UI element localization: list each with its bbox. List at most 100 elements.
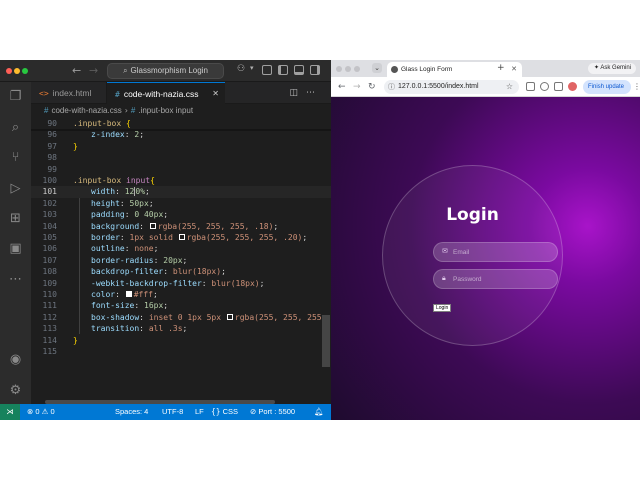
extensions-icon[interactable]: ⊞ [7, 210, 24, 227]
search-icon: ⌕ [123, 66, 128, 75]
css-tag: input [126, 176, 151, 185]
profile-avatar[interactable] [568, 82, 577, 91]
code-line-current: 101 width: 120%; [31, 186, 331, 198]
extensions-puzzle-icon[interactable] [554, 82, 563, 91]
close-tab-icon[interactable]: ✕ [212, 83, 219, 105]
broadcast-icon: ⊘ [250, 407, 257, 416]
css-property: -webkit-backdrop-filter [91, 278, 202, 288]
more-icon[interactable]: ⋯ [7, 271, 24, 288]
login-heading: Login [446, 205, 499, 225]
password-input[interactable]: 🔒︎ Password [433, 269, 558, 289]
copilot-menu-chevron-icon[interactable]: ▾ [250, 64, 254, 72]
line-number: 97 [47, 141, 57, 151]
language-label: CSS [222, 407, 239, 416]
tab-index-html[interactable]: <> index.html [31, 82, 107, 104]
address-bar[interactable]: ⓘ 127.0.0.1:5500/index.html ☆ [384, 80, 519, 94]
remote-explorer-icon[interactable]: ▣ [7, 240, 24, 257]
remote-indicator-icon[interactable]: ⋊ [0, 404, 20, 420]
split-editor-icon[interactable]: ◫ [289, 88, 306, 98]
line-number: 96 [47, 130, 57, 140]
ask-gemini-label: Ask Gemini [600, 65, 632, 71]
finish-update-button[interactable]: Finish update [583, 80, 631, 94]
browser-tab-strip: ⌄ Glass Login Form ✕ + ✦ Ask Gemini [331, 60, 640, 77]
zoom-window-button[interactable] [354, 66, 360, 72]
copilot-icon[interactable]: ⚇ [237, 64, 245, 74]
css-value: blur(18px) [172, 267, 222, 277]
live-server-status[interactable]: ⊘ Port : 5500 [250, 404, 295, 420]
minimize-window-button[interactable] [345, 66, 351, 72]
line-number: 90 [47, 119, 57, 128]
ask-gemini-button[interactable]: ✦ Ask Gemini [588, 63, 636, 74]
vscode-titlebar: ← → ⌕ Glassmorphism Login ⚇ ▾ [0, 60, 331, 82]
color-swatch[interactable] [178, 234, 185, 240]
source-control-icon[interactable]: ⑂ [7, 149, 24, 166]
extension-icon[interactable] [540, 82, 549, 91]
toggle-secondary-sidebar-icon[interactable] [310, 65, 320, 75]
css-property: border-radius [91, 255, 154, 265]
code-line: 112 box-shadow: inset 0 1px 5px rgba(255,… [31, 312, 331, 323]
run-debug-icon[interactable]: ▷ [7, 180, 24, 197]
extension-icon[interactable] [526, 82, 535, 91]
code-line: 115 [31, 346, 331, 357]
account-icon[interactable]: ◉ [7, 351, 24, 368]
breadcrumb-file[interactable]: code-with-nazia.css [51, 106, 121, 115]
problems-indicator[interactable]: ⊗ 0 ⚠ 0 [27, 404, 55, 420]
notifications-bell-icon[interactable]: 🔔︎ [314, 404, 324, 420]
line-number: 99 [47, 164, 57, 174]
line-number: 111 [42, 301, 57, 311]
code-line: 102 height: 50px; [31, 198, 331, 209]
color-swatch[interactable] [149, 222, 156, 229]
browser-tab-title: Glass Login Form [401, 66, 453, 73]
tab-code-with-nazia-css[interactable]: # code-with-nazia.css ✕ [107, 82, 225, 104]
toggle-primary-sidebar-icon[interactable] [278, 65, 288, 75]
toggle-panel-icon[interactable] [294, 65, 304, 75]
forward-arrow-icon[interactable]: → [353, 80, 361, 94]
html-file-icon: <> [39, 89, 49, 98]
command-center-label: Glassmorphism Login [130, 66, 208, 75]
minimize-window-button[interactable] [14, 68, 20, 74]
close-window-button[interactable] [336, 66, 342, 72]
code-line: 106 outline: none; [31, 243, 331, 254]
email-input[interactable]: ✉ Email [433, 242, 558, 262]
customize-layout-icon[interactable] [262, 65, 272, 75]
zoom-window-button[interactable] [22, 68, 28, 74]
code-editor[interactable]: 90 .input-box { 96 z-index: 2; 97} 98 99 1… [31, 118, 331, 404]
breadcrumb-symbol[interactable]: .input-box input [138, 106, 193, 115]
line-number: 98 [47, 153, 57, 163]
error-count: 0 [35, 407, 40, 416]
more-actions-icon[interactable]: ⋯ [306, 88, 323, 98]
back-arrow-icon[interactable]: ← [338, 80, 346, 94]
css-property: color [91, 290, 116, 299]
close-window-button[interactable] [6, 68, 12, 74]
encoding-status[interactable]: UTF-8 [162, 404, 183, 420]
css-property: padding [91, 210, 125, 220]
browser-menu-icon[interactable]: ⋮ [633, 80, 640, 94]
vertical-scrollbar[interactable] [322, 315, 330, 367]
eol-status[interactable]: LF [195, 404, 204, 420]
color-swatch[interactable] [125, 291, 132, 297]
css-value: #fff [133, 290, 153, 299]
new-tab-button[interactable]: + [497, 61, 505, 76]
back-arrow-icon[interactable]: ← [72, 64, 81, 77]
tab-search-chevron-icon[interactable]: ⌄ [372, 63, 382, 73]
code-line: 107 border-radius: 20px; [31, 255, 331, 266]
command-center[interactable]: ⌕ Glassmorphism Login [107, 63, 224, 79]
editor-tabs: <> index.html # code-with-nazia.css ✕ ◫⋯ [31, 82, 331, 104]
explorer-icon[interactable]: ❐ [7, 88, 24, 105]
close-tab-icon[interactable]: ✕ [511, 62, 517, 77]
code-line: 100 .input-box input{ [31, 175, 331, 186]
login-button[interactable]: Login [433, 304, 452, 312]
color-swatch[interactable] [226, 313, 233, 320]
reload-icon[interactable]: ↻ [368, 80, 376, 94]
language-mode[interactable]: {} CSS [211, 404, 238, 420]
warning-icon: ⚠ [41, 407, 49, 416]
site-info-icon[interactable]: ⓘ [388, 80, 395, 94]
search-icon[interactable]: ⌕ [7, 119, 24, 136]
settings-gear-icon[interactable]: ⚙ [7, 382, 24, 399]
forward-arrow-icon[interactable]: → [89, 64, 98, 77]
code-line: 103 padding: 0 40px; [31, 209, 331, 220]
indentation-status[interactable]: Spaces: 4 [115, 404, 148, 420]
bookmark-star-icon[interactable]: ☆ [506, 80, 513, 94]
chevron-right-icon: › [124, 106, 128, 115]
screen: ← → ⌕ Glassmorphism Login ⚇ ▾ ❐ ⌕ ⑂ ▷ ⊞ ▣… [0, 0, 640, 480]
